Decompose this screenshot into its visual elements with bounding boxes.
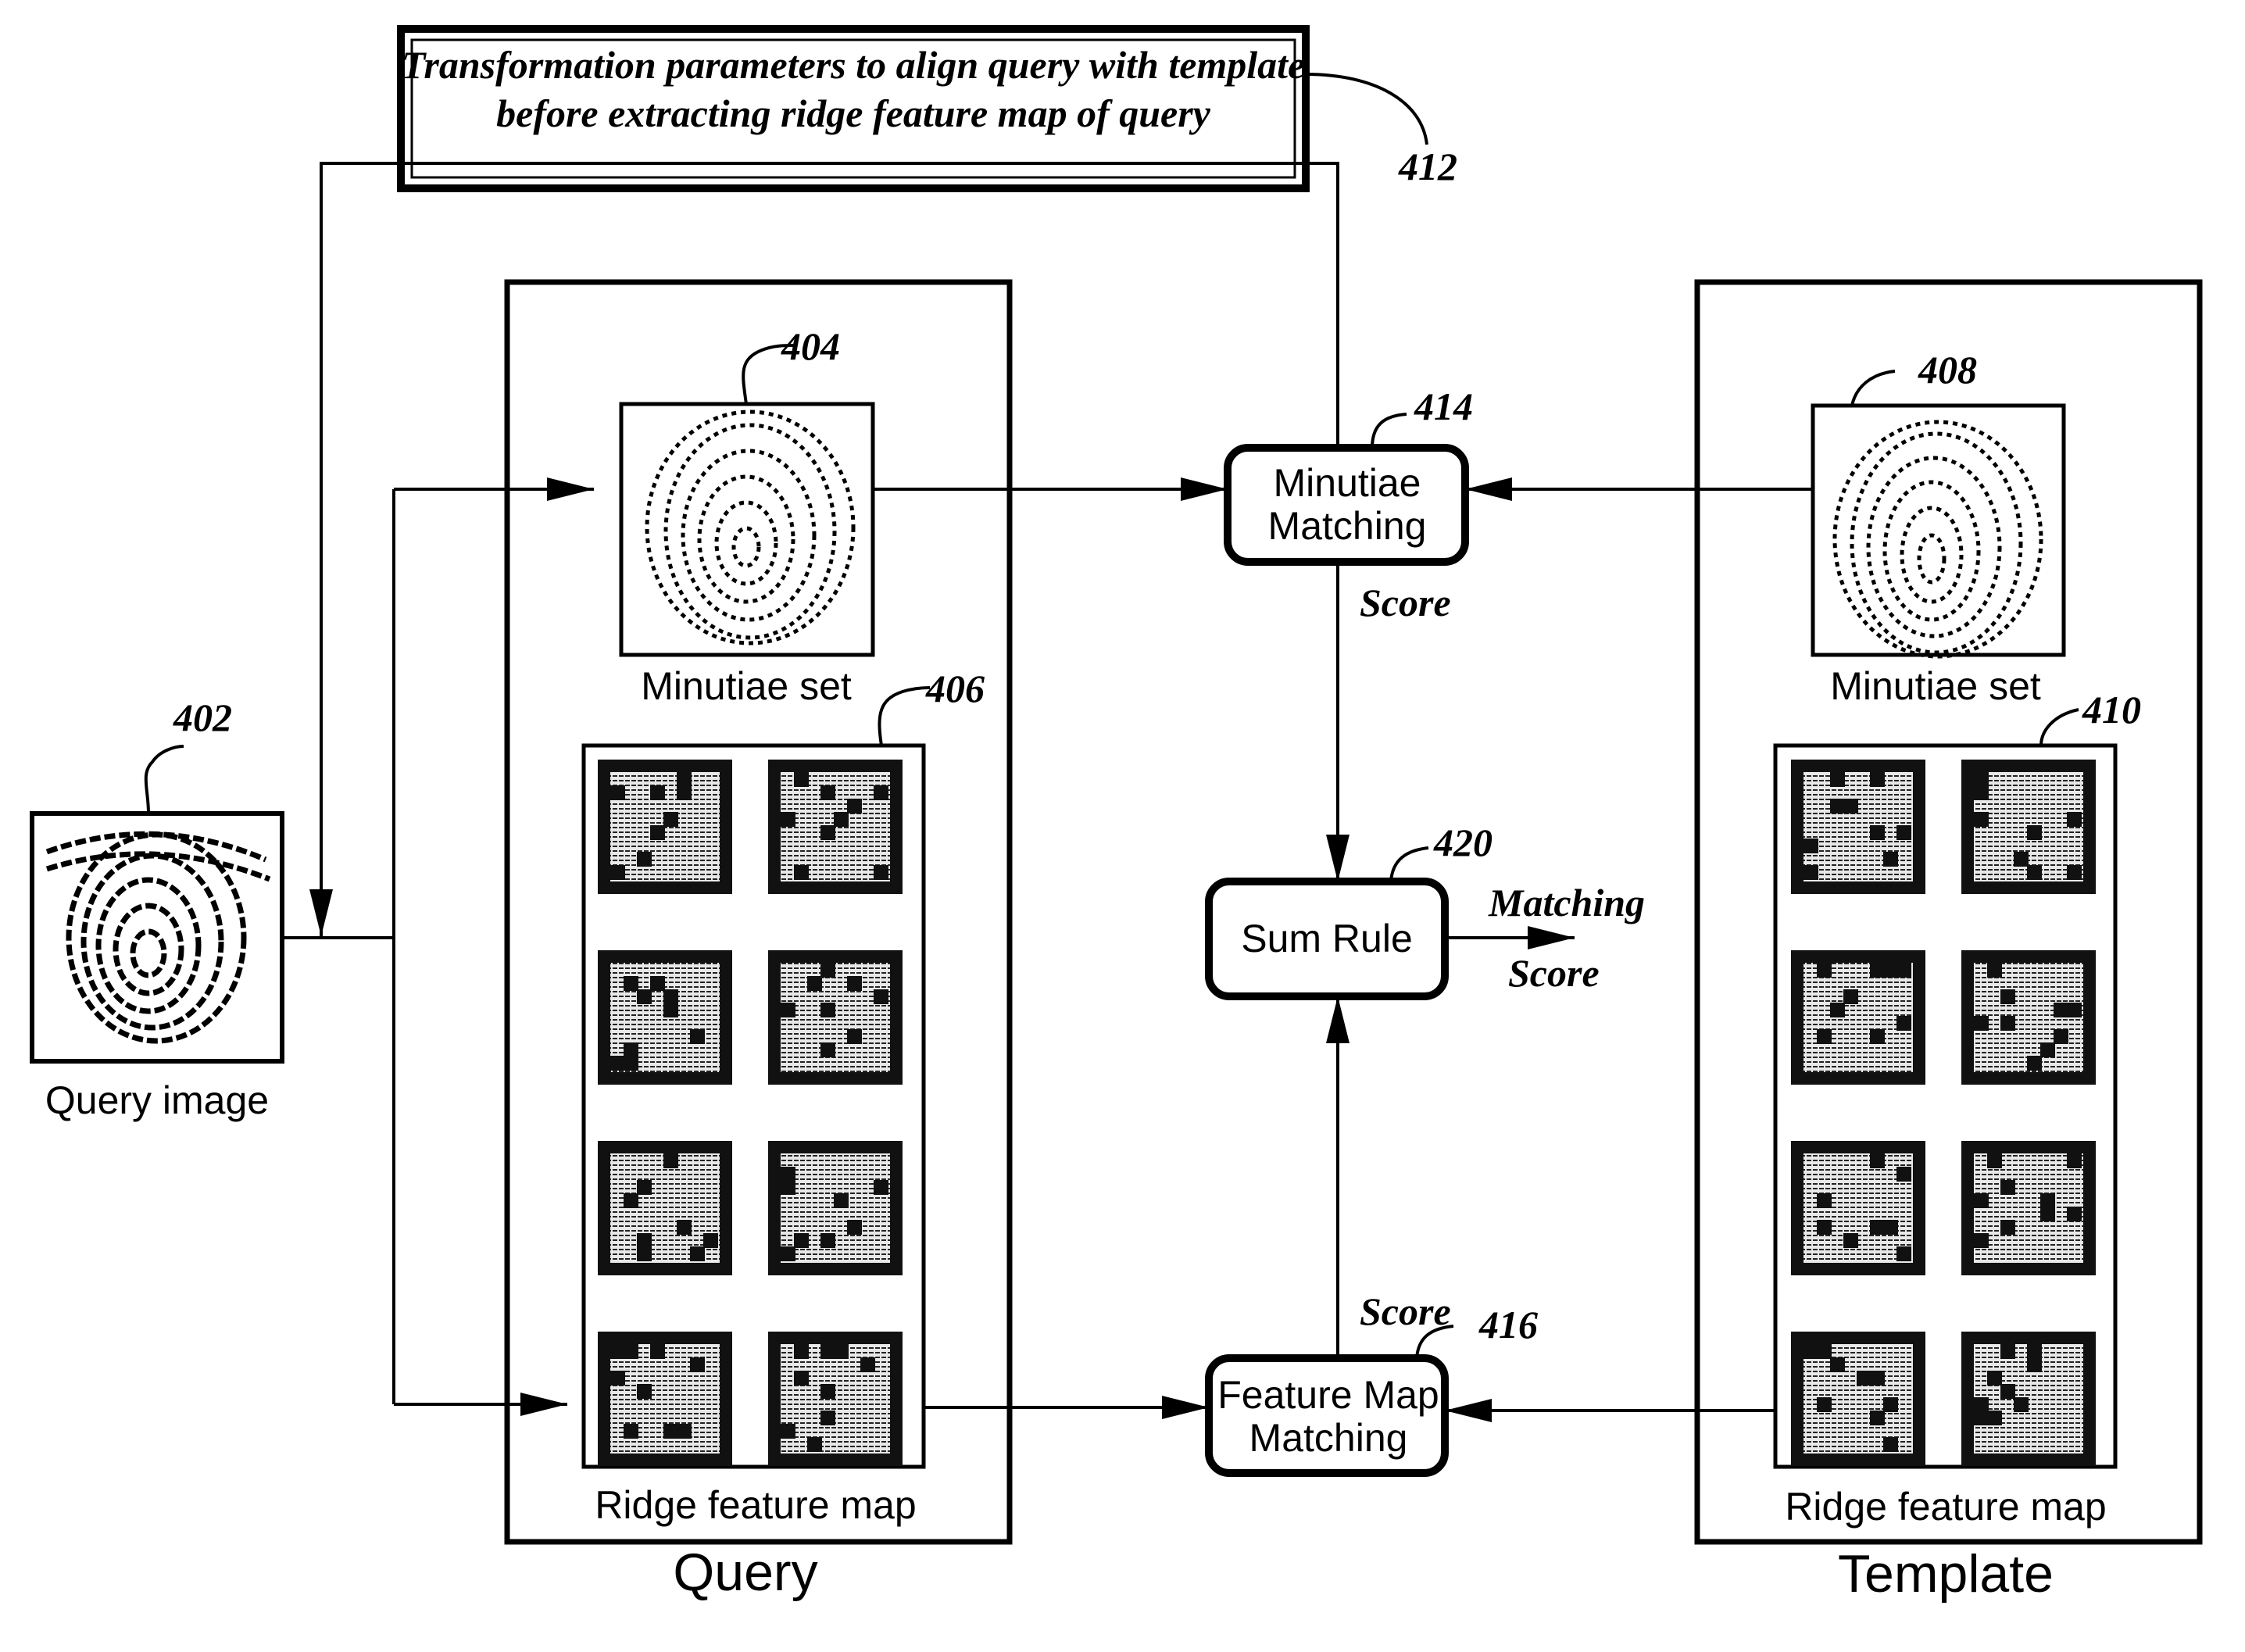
template-ridge-tile bbox=[1791, 760, 1925, 894]
minutiae-matching-line1: Minutiae bbox=[1274, 461, 1421, 505]
query-image bbox=[30, 811, 284, 1064]
transformation-text-line2: before extracting ridge feature map of q… bbox=[496, 91, 1211, 135]
leader-410 bbox=[2039, 708, 2079, 746]
template-panel-title: Template bbox=[1838, 1544, 2054, 1604]
query-ridge-tile bbox=[598, 1141, 732, 1275]
template-ridge-tile bbox=[1791, 1332, 1925, 1466]
query-image-label: Query image bbox=[45, 1078, 269, 1122]
ref-420: 420 bbox=[1433, 821, 1492, 864]
matching-score-label-line1: Matching bbox=[1488, 881, 1645, 924]
ref-414: 414 bbox=[1414, 384, 1473, 428]
query-ridge-tile bbox=[598, 1332, 732, 1466]
ref-402: 402 bbox=[173, 695, 232, 739]
ref-416: 416 bbox=[1478, 1303, 1538, 1346]
leader-406 bbox=[878, 686, 931, 746]
query-ridge-tile bbox=[768, 1332, 903, 1466]
leader-402 bbox=[144, 745, 184, 814]
template-ridge-tile bbox=[1791, 950, 1925, 1085]
ref-404: 404 bbox=[781, 324, 840, 368]
query-minutiae-label: Minutiae set bbox=[641, 664, 852, 708]
feature-map-matching-line1: Feature Map bbox=[1217, 1373, 1439, 1417]
query-panel-title: Query bbox=[673, 1543, 817, 1602]
template-ridge-label: Ridge feature map bbox=[1785, 1485, 2106, 1529]
query-distribution-connector bbox=[282, 477, 594, 1416]
query-ridge-tile bbox=[768, 1141, 903, 1275]
query-ridge-tile bbox=[598, 950, 732, 1085]
query-ridge-tile bbox=[598, 760, 732, 894]
matching-score-label-line2: Score bbox=[1508, 951, 1600, 995]
template-ridge-tile bbox=[1961, 950, 2096, 1085]
template-ridge-tile bbox=[1961, 1332, 2096, 1466]
template-ridge-tile bbox=[1791, 1141, 1925, 1275]
query-ridge-label: Ridge feature map bbox=[595, 1483, 916, 1527]
minutiae-score-label: Score bbox=[1360, 581, 1451, 624]
template-ridge-tile bbox=[1961, 760, 2096, 894]
query-ridge-tile bbox=[768, 950, 903, 1085]
feature-map-matching-line2: Matching bbox=[1249, 1416, 1408, 1460]
template-minutiae-label: Minutiae set bbox=[1830, 664, 2041, 708]
ref-406: 406 bbox=[925, 667, 985, 710]
query-minutiae-set-image bbox=[619, 402, 875, 657]
feature-map-score-label: Score bbox=[1360, 1289, 1451, 1333]
leader-414 bbox=[1371, 413, 1407, 449]
sum-rule-label: Sum Rule bbox=[1241, 917, 1413, 960]
transformation-text-line1: Transformation parameters to align query… bbox=[402, 43, 1306, 87]
ref-408: 408 bbox=[1918, 348, 1977, 392]
query-ridge-tile bbox=[768, 760, 903, 894]
diagram-canvas: Transformation parameters to align query… bbox=[30, 25, 2203, 1604]
template-ridge-tile bbox=[1961, 1141, 2096, 1275]
leader-408 bbox=[1850, 370, 1896, 406]
minutiae-matching-line2: Matching bbox=[1268, 504, 1427, 548]
leader-412 bbox=[1305, 73, 1428, 145]
ref-410: 410 bbox=[2082, 688, 2141, 731]
ref-412: 412 bbox=[1398, 145, 1457, 188]
leader-420 bbox=[1389, 846, 1429, 882]
